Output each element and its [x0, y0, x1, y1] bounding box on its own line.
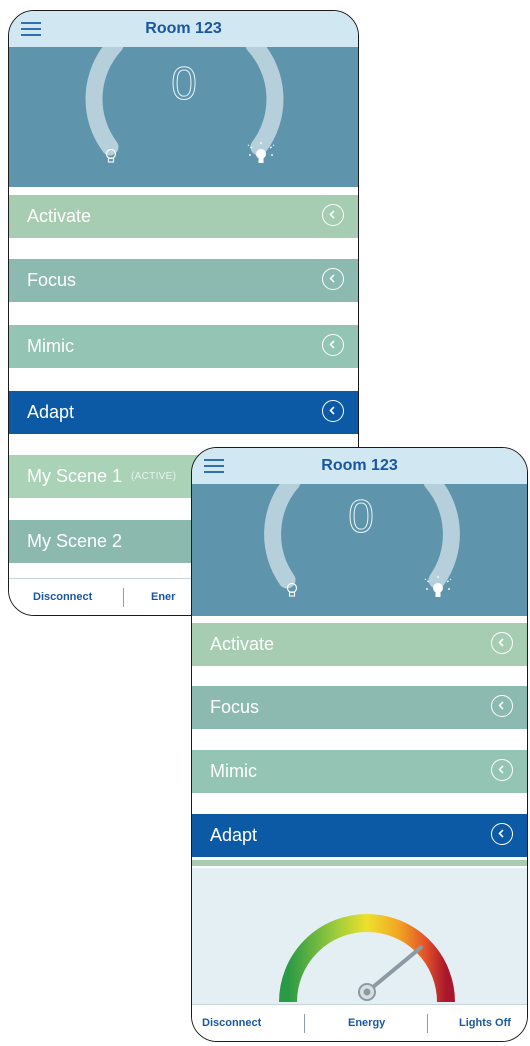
disconnect-button[interactable]: Disconnect: [202, 1005, 261, 1041]
chevron-left-icon[interactable]: [322, 204, 344, 226]
active-badge: (ACTIVE): [131, 471, 177, 482]
energy-gauge-panel: [192, 868, 527, 1007]
scene-activate[interactable]: Activate: [9, 195, 358, 238]
toolbar-divider: [123, 588, 124, 607]
scene-list-edge: [192, 860, 527, 866]
chevron-left-icon[interactable]: [322, 400, 344, 422]
scene-mimic[interactable]: Mimic: [192, 750, 527, 793]
chevron-left-icon[interactable]: [491, 823, 513, 845]
scene-adapt[interactable]: Adapt: [9, 391, 358, 434]
room-title: Room 123: [321, 457, 398, 474]
energy-gauge-icon: [279, 914, 455, 1003]
scene-activate[interactable]: Activate: [192, 623, 527, 666]
scene-label: Activate: [27, 206, 92, 226]
scene-label: Adapt: [27, 402, 75, 422]
scene-label: Focus: [27, 270, 77, 290]
dial-value: 0: [171, 57, 198, 110]
brightness-dial[interactable]: 0: [9, 47, 358, 187]
front-phone-screen: Room 123 0 Activate Focus Mimic Adapt Di…: [191, 447, 528, 1042]
app-header: Room 123: [192, 448, 527, 485]
toolbar-divider: [304, 1014, 305, 1033]
bottom-toolbar: Disconnect Energy Lights Off: [192, 1004, 527, 1041]
energy-button[interactable]: Ener: [151, 579, 175, 615]
energy-button[interactable]: Energy: [348, 1005, 385, 1041]
app-header: Room 123: [9, 11, 358, 48]
scene-label: Mimic: [27, 336, 74, 356]
scene-label: Focus: [210, 697, 260, 717]
chevron-left-icon[interactable]: [491, 632, 513, 654]
dial-value: 0: [348, 490, 375, 543]
scene-focus[interactable]: Focus: [9, 259, 358, 302]
disconnect-button[interactable]: Disconnect: [33, 579, 92, 615]
chevron-left-icon[interactable]: [491, 759, 513, 781]
gauge-needle: [365, 945, 423, 994]
brightness-dial[interactable]: 0: [192, 484, 527, 616]
scene-label: My Scene 2: [27, 531, 123, 551]
lights-off-button[interactable]: Lights Off: [459, 1005, 511, 1041]
scene-label: Mimic: [210, 761, 257, 781]
scene-focus[interactable]: Focus: [192, 686, 527, 729]
scene-label: Adapt: [210, 825, 258, 845]
chevron-left-icon[interactable]: [322, 334, 344, 356]
chevron-left-icon[interactable]: [322, 268, 344, 290]
toolbar-divider: [427, 1014, 428, 1033]
room-title: Room 123: [145, 20, 222, 37]
scene-label: My Scene 1: [27, 466, 123, 486]
scene-mimic[interactable]: Mimic: [9, 325, 358, 368]
scene-adapt[interactable]: Adapt: [192, 814, 527, 857]
scene-label: Activate: [210, 634, 275, 654]
chevron-left-icon[interactable]: [491, 695, 513, 717]
hamburger-menu-icon[interactable]: [21, 22, 41, 36]
hamburger-menu-icon[interactable]: [204, 459, 224, 473]
